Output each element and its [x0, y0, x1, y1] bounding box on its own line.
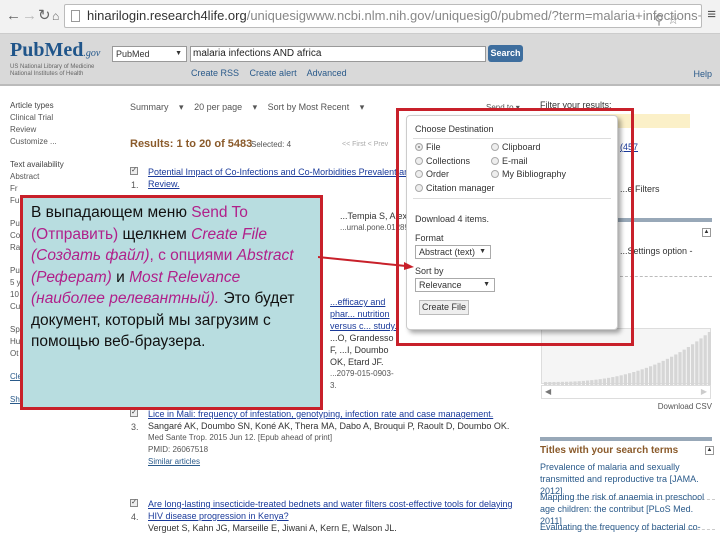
- database-select[interactable]: PubMed ▼: [112, 46, 187, 62]
- menu-icon[interactable]: ≡: [707, 6, 716, 23]
- text-availability-title: Text availability: [10, 160, 64, 169]
- pubmed-header: PubMed.gov US National Library of Medici…: [0, 34, 720, 86]
- histogram-bar: [611, 377, 615, 385]
- histogram-bar: [649, 366, 653, 385]
- article-title[interactable]: Are long-lasting insecticide-treated bed…: [148, 498, 528, 522]
- download-csv-link[interactable]: Download CSV: [658, 402, 712, 411]
- article-authors: Verguet S, Kahn JG, Marseille E, Jiwani …: [148, 523, 397, 533]
- histogram-bar: [615, 376, 619, 385]
- help-link[interactable]: Help: [693, 69, 712, 79]
- logo-subtitle: US National Library of Medicine National …: [10, 64, 95, 77]
- filter-review[interactable]: Review: [10, 124, 110, 136]
- search-input[interactable]: malaria infections AND africa: [190, 46, 486, 62]
- histogram-bar: [703, 335, 707, 385]
- url-host: hinarilogin.research4life.org: [87, 8, 247, 23]
- article-2-fragment: ...efficacy and phar... nutrition versus…: [330, 296, 400, 392]
- chevron-down-icon: ▼: [175, 50, 182, 57]
- histogram-bar: [636, 370, 640, 385]
- article-item: ✓ 3. Lice in Mali: frequency of infestat…: [130, 408, 528, 468]
- article-checkbox[interactable]: ✓: [130, 167, 138, 175]
- panel-divider: [540, 437, 712, 441]
- collapse-icon[interactable]: ▲: [702, 228, 711, 237]
- search-button[interactable]: Search: [488, 45, 523, 62]
- browser-toolbar: ← → ↻ ⌂ hinarilogin.research4life.org/un…: [0, 0, 720, 34]
- histogram-bar: [640, 369, 644, 385]
- histogram-bar: [665, 358, 669, 385]
- filter-abstract[interactable]: Abstract: [10, 171, 110, 183]
- pager[interactable]: << First < Prev: [342, 141, 388, 148]
- article-number: 4.: [131, 512, 139, 522]
- highlight-frame: [396, 108, 634, 346]
- pointer-arrow: [318, 256, 414, 270]
- back-arrow-icon[interactable]: ←: [6, 6, 21, 26]
- chart-scroll[interactable]: ◀ ▶: [541, 385, 711, 399]
- callout-text: , с опциями: [149, 247, 237, 264]
- create-rss-link[interactable]: Create RSS: [191, 68, 239, 78]
- selected-count: Selected: 4: [251, 140, 292, 149]
- histogram-bar: [607, 377, 611, 385]
- histogram-bar: [686, 347, 690, 385]
- histogram-bar: [623, 374, 627, 385]
- forward-arrow-icon[interactable]: →: [22, 6, 37, 26]
- article-checkbox[interactable]: ✓: [130, 499, 138, 507]
- article-title[interactable]: ...efficacy and phar... nutrition versus…: [330, 296, 400, 332]
- histogram-bar: [678, 352, 682, 385]
- article-authors: Sangaré AK, Doumbo SN, Koné AK, Thera MA…: [148, 421, 510, 431]
- titles-heading: Titles with your search terms: [540, 445, 679, 456]
- article-number: 3.: [131, 422, 139, 432]
- per-page-dropdown[interactable]: 20 per page ▾: [194, 102, 257, 112]
- format-dropdown[interactable]: Summary ▾: [130, 102, 184, 112]
- display-settings: Summary ▾ 20 per page ▾ Sort by Most Rec…: [130, 102, 372, 113]
- histogram-bar: [670, 356, 674, 385]
- histogram-bar: [628, 373, 632, 385]
- histogram-bar: [644, 367, 648, 385]
- callout-text: и: [111, 268, 130, 286]
- search-sublinks: Create RSS Create alert Advanced: [191, 68, 355, 78]
- title-item[interactable]: Evaluating the frequency of bacterial co…: [540, 521, 715, 535]
- callout-text: щелкнем: [118, 225, 192, 243]
- zoom-icon[interactable]: ⚲ ☆: [654, 9, 679, 27]
- results-count: Results: 1 to 20 of 5483: [130, 138, 253, 150]
- article-number: 1.: [131, 180, 139, 190]
- article-item: ✓ 4. Are long-lasting insecticide-treate…: [130, 498, 528, 534]
- article-types-title: Article types: [10, 101, 54, 110]
- histogram-bar: [707, 332, 711, 385]
- scroll-left-icon[interactable]: ◀: [545, 387, 551, 396]
- filter-free-full-text[interactable]: Fr: [10, 183, 110, 195]
- filter-customize[interactable]: Customize ...: [10, 136, 110, 148]
- article-checkbox[interactable]: ✓: [130, 409, 138, 417]
- histogram-bar: [661, 360, 665, 385]
- pubmed-logo[interactable]: PubMed.gov: [10, 39, 100, 62]
- histogram-bar: [699, 338, 703, 385]
- histogram-bar: [657, 362, 661, 385]
- scroll-right-icon[interactable]: ▶: [701, 387, 707, 396]
- article-pmid: PMID: 26067518: [148, 445, 209, 454]
- histogram-bar: [619, 375, 623, 385]
- histogram-bar: [695, 341, 699, 385]
- url-path: /uniquesigwww.ncbi.nlm.nih.gov/uniquesig…: [246, 8, 702, 23]
- page-icon: [71, 10, 80, 22]
- histogram-bar: [653, 364, 657, 385]
- collapse-icon[interactable]: ▲: [705, 446, 714, 455]
- advanced-link[interactable]: Advanced: [307, 68, 347, 78]
- article-journal: Med Sante Trop. 2015 Jun 12. [Epub ahead…: [148, 433, 333, 442]
- callout-text: В выпадающем меню: [31, 204, 192, 221]
- create-alert-link[interactable]: Create alert: [250, 68, 297, 78]
- similar-articles-link[interactable]: Similar articles: [148, 456, 528, 468]
- histogram-bar: [632, 372, 636, 385]
- home-icon[interactable]: ⌂: [52, 6, 59, 26]
- histogram-bar: [682, 349, 686, 385]
- sort-dropdown[interactable]: Sort by Most Recent ▾: [268, 102, 365, 112]
- instruction-callout: В выпадающем меню Send To (Отправить) ще…: [20, 195, 323, 410]
- histogram-bar: [691, 344, 695, 385]
- histogram-bar: [674, 354, 678, 385]
- filter-clinical-trial[interactable]: Clinical Trial: [10, 112, 110, 124]
- reload-icon[interactable]: ↻: [38, 6, 51, 26]
- address-bar[interactable]: hinarilogin.research4life.org/uniquesigw…: [64, 4, 702, 28]
